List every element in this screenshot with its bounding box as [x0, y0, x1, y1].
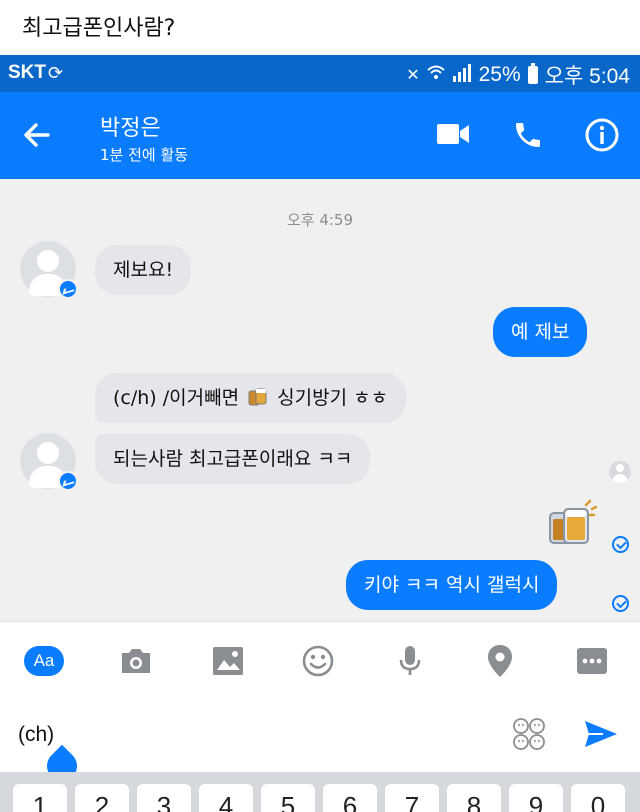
beer-sticker-icon[interactable]	[546, 499, 598, 551]
signal-icon	[452, 63, 472, 87]
contact-name[interactable]: 박정은	[100, 110, 161, 142]
message-bubble-incoming[interactable]: 제보요!	[95, 245, 192, 295]
key-4[interactable]: 4	[199, 784, 253, 812]
post-title: 최고급폰인사람?	[22, 16, 176, 41]
video-call-icon[interactable]	[436, 121, 470, 151]
message-timestamp: 오후 4:59	[286, 211, 354, 229]
back-arrow-icon[interactable]	[20, 118, 54, 152]
nfc-mute-icon: ✕	[406, 67, 420, 84]
message-input[interactable]: (ch)	[18, 723, 54, 747]
sync-icon: ⟳	[48, 63, 64, 84]
battery-percent: 25%	[478, 63, 521, 86]
wifi-icon	[426, 65, 445, 86]
key-5[interactable]: 5	[261, 784, 315, 812]
more-options-icon[interactable]	[574, 644, 610, 678]
message-text: (c/h) /이거빼면	[113, 387, 240, 409]
key-1[interactable]: 1	[13, 784, 67, 812]
seen-avatar-icon	[609, 461, 631, 483]
status-right-cluster: ✕ 25% 오후 5:04	[406, 60, 630, 90]
messenger-badge-icon	[58, 279, 78, 299]
key-2[interactable]: 2	[75, 784, 129, 812]
message-text: 싱기방기 ㅎㅎ	[277, 387, 389, 409]
battery-icon	[527, 63, 538, 84]
text-format-button[interactable]: Aa	[24, 644, 64, 678]
aa-label: Aa	[24, 646, 64, 676]
conversation-header: 박정은 1분 전에 활동	[0, 92, 640, 179]
message-composer: (ch)	[0, 699, 640, 788]
message-thread[interactable]: 오후 4:59 제보요! 예 제보 (c/h) /이거빼면 싱기방기 ㅎㅎ 되는…	[0, 179, 640, 621]
key-0[interactable]: 0	[571, 784, 625, 812]
contact-active-status: 1분 전에 활동	[100, 146, 189, 164]
contact-avatar[interactable]	[20, 433, 78, 491]
sticker-picker-icon[interactable]	[512, 717, 546, 755]
gallery-icon[interactable]	[210, 644, 246, 678]
emoji-icon[interactable]	[300, 644, 336, 678]
message-bubble-incoming[interactable]: (c/h) /이거빼면 싱기방기 ㅎㅎ	[95, 373, 407, 423]
key-7[interactable]: 7	[385, 784, 439, 812]
read-receipt-icon	[612, 595, 629, 612]
clock: 오후 5:04	[544, 65, 630, 88]
carrier-label: SKT	[8, 62, 46, 83]
send-icon[interactable]	[583, 719, 619, 753]
message-bubble-outgoing[interactable]: 예 제보	[493, 307, 588, 357]
message-bubble-incoming[interactable]: 되는사람 최고급폰이래요 ㅋㅋ	[95, 434, 371, 484]
status-bar: SKT ⟳ ✕ 25% 오후 5:04	[0, 55, 640, 92]
messenger-badge-icon	[58, 471, 78, 491]
info-icon[interactable]	[584, 117, 620, 157]
camera-icon[interactable]	[118, 644, 154, 678]
key-6[interactable]: 6	[323, 784, 377, 812]
key-8[interactable]: 8	[447, 784, 501, 812]
composer-toolbar: Aa	[0, 621, 640, 699]
beer-emoji-icon	[247, 386, 269, 408]
key-3[interactable]: 3	[137, 784, 191, 812]
phone-call-icon[interactable]	[512, 119, 544, 155]
microphone-icon[interactable]	[392, 644, 428, 678]
key-9[interactable]: 9	[509, 784, 563, 812]
location-pin-icon[interactable]	[482, 644, 518, 678]
contact-avatar[interactable]	[20, 241, 78, 299]
message-bubble-outgoing[interactable]: 키야 ㅋㅋ 역시 갤럭시	[346, 560, 558, 610]
read-receipt-icon	[612, 536, 629, 553]
screenshot: { "post": { "title": "최고급폰인사람?" }, "stat…	[0, 0, 640, 812]
on-screen-keyboard: 1 2 3 4 5 6 7 8 9 0	[0, 772, 640, 812]
